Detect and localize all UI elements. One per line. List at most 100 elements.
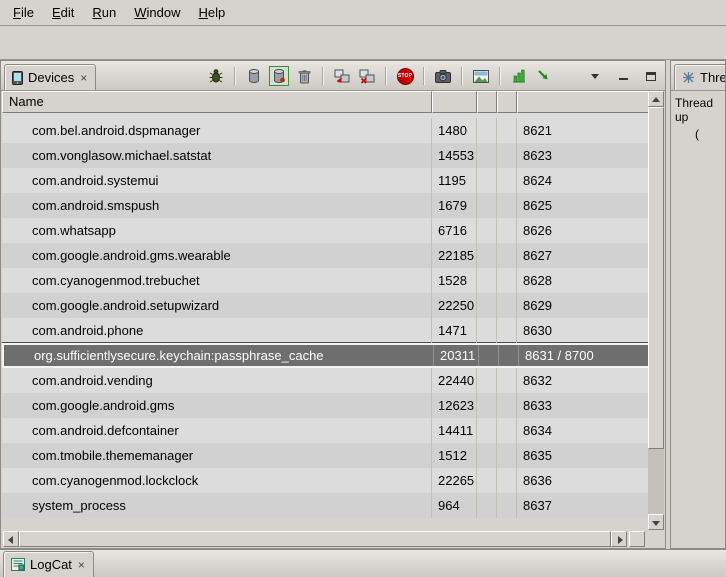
tab-devices-label: Devices — [28, 70, 74, 85]
process-name: com.android.smspush — [2, 193, 432, 218]
table-row[interactable]: com.bel.android.dspmanager14808621 — [2, 118, 650, 143]
toolbar-separator — [322, 67, 324, 85]
process-pid: 22185 — [432, 243, 477, 268]
scrollbar-corner — [629, 531, 645, 547]
method-profile-arrow-icon[interactable] — [534, 66, 554, 86]
column-header-blank[interactable] — [477, 91, 497, 113]
tab-devices[interactable]: Devices × — [4, 64, 96, 90]
debug-process-icon[interactable] — [206, 66, 226, 86]
close-icon[interactable]: × — [77, 558, 86, 572]
process-port: 8631 / 8700 — [519, 345, 648, 366]
table-header: Name — [2, 91, 650, 113]
table-row[interactable]: com.vonglasow.michael.satstat145538623 — [2, 143, 650, 168]
toolbar-separator — [385, 67, 387, 85]
empty-cell — [477, 143, 497, 168]
process-port: 8636 — [517, 468, 650, 493]
menu-window[interactable]: Window — [125, 2, 189, 23]
update-heap-icon[interactable] — [244, 66, 264, 86]
table-row[interactable]: com.tmobile.thememanager15128635 — [2, 443, 650, 468]
process-pid: 22265 — [432, 468, 477, 493]
start-method-profiling-icon[interactable] — [357, 66, 377, 86]
column-header-name[interactable]: Name — [2, 91, 432, 113]
empty-cell — [477, 368, 497, 393]
process-pid: 964 — [432, 493, 477, 518]
devices-toolbar: STOP — [206, 64, 661, 88]
process-pid: 1512 — [432, 443, 477, 468]
table-row[interactable]: com.cyanogenmod.trebuchet15288628 — [2, 268, 650, 293]
column-header-port[interactable] — [517, 91, 650, 113]
table-row[interactable]: com.google.android.gms126238633 — [2, 393, 650, 418]
horizontal-scrollbar-thumb[interactable] — [19, 531, 611, 547]
empty-cell — [477, 168, 497, 193]
horizontal-scrollbar[interactable] — [3, 531, 627, 547]
empty-cell — [497, 368, 517, 393]
device-icon — [12, 71, 23, 85]
menu-file[interactable]: File — [4, 2, 43, 23]
column-header-pid[interactable] — [432, 91, 477, 113]
device-table-body: com.bel.android.dspmanager14808621com.vo… — [2, 113, 650, 518]
process-port: 8623 — [517, 143, 650, 168]
table-row[interactable]: com.android.defcontainer144118634 — [2, 418, 650, 443]
empty-cell — [477, 293, 497, 318]
toolbar-separator — [234, 67, 236, 85]
process-pid: 14411 — [432, 418, 477, 443]
empty-cell — [477, 118, 497, 143]
process-name: com.tmobile.thememanager — [2, 443, 432, 468]
logcat-bar: LogCat × — [0, 549, 726, 577]
menu-bar: FileEditRunWindowHelp — [0, 0, 726, 26]
empty-cell — [497, 418, 517, 443]
toolbar-separator — [499, 67, 501, 85]
empty-cell — [477, 268, 497, 293]
table-row[interactable]: com.whatsapp67168626 — [2, 218, 650, 243]
table-row[interactable]: com.google.android.setupwizard222508629 — [2, 293, 650, 318]
view-hierarchy-icon[interactable] — [471, 66, 491, 86]
vertical-scrollbar-thumb[interactable] — [648, 107, 664, 449]
minimize-icon[interactable] — [613, 66, 633, 86]
maximize-icon[interactable] — [641, 66, 661, 86]
scroll-down-arrow-icon[interactable] — [648, 514, 664, 530]
process-port: 8625 — [517, 193, 650, 218]
table-row[interactable]: system_process9648637 — [2, 493, 650, 518]
cause-gc-icon[interactable] — [294, 66, 314, 86]
menu-run[interactable]: Run — [83, 2, 125, 23]
dump-hprof-icon[interactable] — [269, 66, 289, 86]
menu-help[interactable]: Help — [189, 2, 234, 23]
empty-cell — [477, 393, 497, 418]
table-row[interactable]: com.cyanogenmod.lockclock222658636 — [2, 468, 650, 493]
process-port: 8626 — [517, 218, 650, 243]
process-pid: 1471 — [432, 318, 477, 343]
update-threads-icon[interactable] — [332, 66, 352, 86]
empty-cell — [497, 243, 517, 268]
scroll-up-arrow-icon[interactable] — [648, 91, 664, 107]
screen-capture-icon[interactable] — [433, 66, 453, 86]
close-icon[interactable]: × — [79, 71, 88, 85]
view-menu-chevron-icon[interactable] — [585, 66, 605, 86]
table-row[interactable]: com.android.systemui11958624 — [2, 168, 650, 193]
empty-cell — [477, 243, 497, 268]
threads-panel: Threads Thread up ( — [670, 60, 726, 549]
main-area: Devices × — [0, 60, 726, 549]
empty-cell — [497, 168, 517, 193]
empty-cell — [497, 193, 517, 218]
view-window-buttons — [585, 66, 661, 86]
scroll-left-arrow-icon[interactable] — [3, 531, 19, 547]
tab-threads[interactable]: Threads — [674, 64, 726, 90]
vertical-scrollbar[interactable] — [648, 91, 664, 530]
process-port: 8628 — [517, 268, 650, 293]
menu-edit[interactable]: Edit — [43, 2, 83, 23]
column-header-blank[interactable] — [497, 91, 517, 113]
scroll-right-arrow-icon[interactable] — [611, 531, 627, 547]
empty-cell — [477, 493, 497, 518]
table-row[interactable]: com.google.android.gms.wearable221858627 — [2, 243, 650, 268]
tab-logcat[interactable]: LogCat × — [3, 551, 94, 577]
table-row[interactable]: com.android.phone14718630 — [2, 318, 650, 343]
empty-cell — [497, 318, 517, 343]
table-row[interactable]: org.sufficientlysecure.keychain:passphra… — [2, 343, 650, 368]
empty-cell — [477, 468, 497, 493]
table-row[interactable]: com.android.vending224408632 — [2, 368, 650, 393]
process-port: 8633 — [517, 393, 650, 418]
stop-process-icon[interactable]: STOP — [395, 66, 415, 86]
table-row[interactable]: com.android.smspush16798625 — [2, 193, 650, 218]
sysinfo-icon[interactable] — [509, 66, 529, 86]
process-pid: 1480 — [432, 118, 477, 143]
